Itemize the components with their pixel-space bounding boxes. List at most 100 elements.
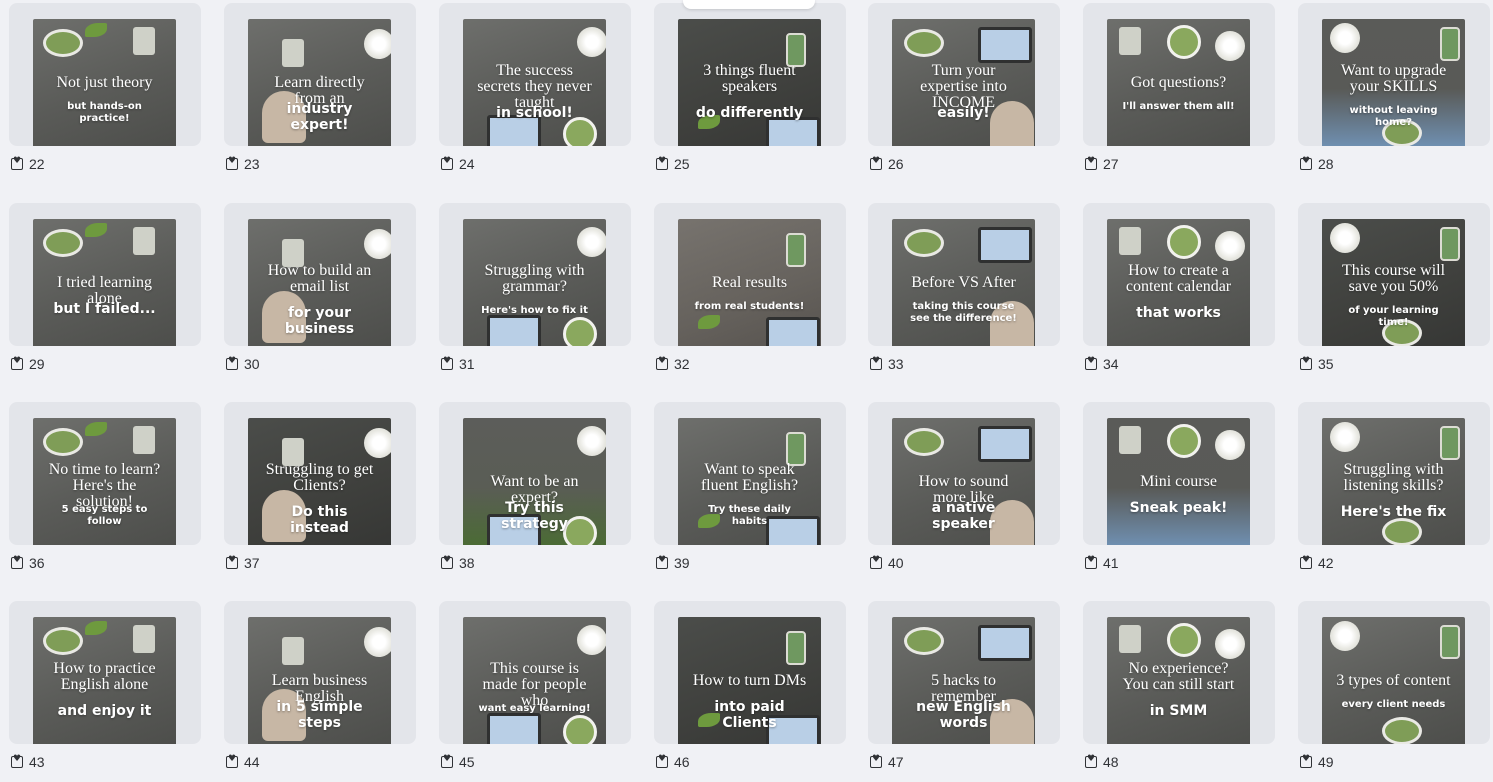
template-thumbnail[interactable]: How to turn DMs into paid Clients [678,617,821,744]
template-thumbnail-frame[interactable]: Want to be an expert? Try this strategy [439,402,631,545]
template-number-row: 42 [1300,555,1334,571]
template-thumbnail-frame[interactable]: Want to speak fluent English? Try these d… [654,402,846,545]
template-thumbnail[interactable]: How to sound more like a native speaker [892,418,1035,545]
template-thumbnail[interactable]: Want to speak fluent English? Try these d… [678,418,821,545]
template-card[interactable]: Learn directly from anindustry expert! 23 [224,3,416,183]
template-card[interactable]: This course is made for people who want e… [439,601,631,781]
template-headline: Real results [711,274,788,291]
decoration-cup [904,229,944,257]
template-thumbnail[interactable]: Got questions? I'll answer them all! [1107,19,1250,146]
template-card[interactable]: How to sound more likea native speaker 40 [868,402,1060,582]
template-thumbnail[interactable]: Struggling with listening skills? Here's … [1322,418,1465,545]
decoration-flower [1330,223,1360,253]
template-thumbnail-frame[interactable]: This course will save you 50% of your lea… [1298,203,1490,346]
template-thumbnail[interactable]: Struggling to get Clients? Do this instea… [248,418,391,545]
template-card[interactable]: I tried learning alonebut I failed... 29 [9,203,201,383]
template-thumbnail-frame[interactable]: Learn directly from an industry expert! [224,3,416,146]
template-thumbnail-frame[interactable]: How to sound more like a native speaker [868,402,1060,545]
template-card[interactable]: Before VS After taking this course see th… [868,203,1060,383]
template-thumbnail-frame[interactable]: No experience? You can still start in SMM [1083,601,1275,744]
template-card[interactable]: Got questions? I'll answer them all! 27 [1083,3,1275,183]
template-thumbnail-frame[interactable]: Want to upgrade your SKILLS without leavi… [1298,3,1490,146]
template-thumbnail-frame[interactable]: Got questions? I'll answer them all! [1083,3,1275,146]
template-thumbnail[interactable]: Want to upgrade your SKILLS without leavi… [1322,19,1465,146]
template-thumbnail[interactable]: This course is made for people who want e… [463,617,606,744]
template-thumbnail-frame[interactable]: 5 hacks to remember new English words [868,601,1060,744]
template-thumbnail-frame[interactable]: Real results from real students! [654,203,846,346]
template-card[interactable]: Want to upgrade your SKILLS without leavi… [1298,3,1490,183]
template-card[interactable]: How to turn DMs into paid Clients 46 [654,601,846,781]
template-thumbnail[interactable]: Turn your expertise into INCOME easily! [892,19,1035,146]
template-card[interactable]: Struggling with grammar? Here's how to fi… [439,203,631,383]
template-thumbnail[interactable]: Before VS After taking this course see th… [892,219,1035,346]
template-headline: Before VS After [911,274,1016,291]
template-thumbnail[interactable]: How to practice English alone and enjoy i… [33,617,176,744]
template-thumbnail-frame[interactable]: I tried learning alone but I failed... [9,203,201,346]
template-card[interactable]: 3 types of content every client needs 49 [1298,601,1490,781]
template-thumbnail[interactable]: Real results from real students! [678,219,821,346]
template-card[interactable]: Real results from real students! 32 [654,203,846,383]
template-card[interactable]: Struggling with listening skills? Here's … [1298,402,1490,582]
template-thumbnail-frame[interactable]: Mini course Sneak peak! [1083,402,1275,545]
template-thumbnail[interactable]: Learn directly from an industry expert! [248,19,391,146]
template-card[interactable]: Mini course Sneak peak! 41 [1083,402,1275,582]
template-card[interactable]: Turn your expertise into INCOMEeasily! 26 [868,3,1060,183]
template-thumbnail[interactable]: I tried learning alone but I failed... [33,219,176,346]
decoration-cup [904,29,944,57]
template-card[interactable]: How to practice English alone and enjoy i… [9,601,201,781]
template-thumbnail[interactable]: Want to be an expert? Try this strategy [463,418,606,545]
template-thumbnail-frame[interactable]: Learn business English in 5 simple steps [224,601,416,744]
template-thumbnail-frame[interactable]: This course is made for people who want e… [439,601,631,744]
template-headline: The success secrets they never taught [477,62,592,111]
template-thumbnail-frame[interactable]: Turn your expertise into INCOME easily! [868,3,1060,146]
decoration-laptop [766,317,820,346]
heart-icon [441,754,453,768]
template-card[interactable]: 5 hacks to remembernew English words 47 [868,601,1060,781]
template-thumbnail-frame[interactable]: Struggling with grammar? Here's how to fi… [439,203,631,346]
template-thumbnail-frame[interactable]: The success secrets they never taught in … [439,3,631,146]
heart-icon [226,555,238,569]
template-thumbnail-frame[interactable]: No time to learn? Here's the solution! 5 … [9,402,201,545]
template-thumbnail-frame[interactable]: 3 things fluent speakers do differently [654,3,846,146]
template-thumbnail[interactable]: The success secrets they never taught in … [463,19,606,146]
template-thumbnail[interactable]: 3 things fluent speakers do differently [678,19,821,146]
template-thumbnail[interactable]: No experience? You can still start in SMM [1107,617,1250,744]
template-card[interactable]: No time to learn? Here's the solution! 5 … [9,402,201,582]
template-thumbnail-frame[interactable]: 3 types of content every client needs [1298,601,1490,744]
template-thumbnail[interactable]: Mini course Sneak peak! [1107,418,1250,545]
template-thumbnail-frame[interactable]: How to turn DMs into paid Clients [654,601,846,744]
template-card[interactable]: How to create a content calendar that wor… [1083,203,1275,383]
template-card[interactable]: 3 things fluent speakers do differently 25 [654,3,846,183]
template-thumbnail[interactable]: How to build an email list for your busin… [248,219,391,346]
template-thumbnail-frame[interactable]: Before VS After taking this course see th… [868,203,1060,346]
template-thumbnail-frame[interactable]: How to create a content calendar that wor… [1083,203,1275,346]
decoration-cup [43,229,83,257]
template-thumbnail[interactable]: 5 hacks to remember new English words [892,617,1035,744]
template-card[interactable]: No experience? You can still start in SMM… [1083,601,1275,781]
template-card[interactable]: How to build an email list for your busin… [224,203,416,383]
template-number: 40 [888,555,904,571]
template-thumbnail-frame[interactable]: How to build an email list for your busin… [224,203,416,346]
decoration-card-r [1119,27,1141,55]
template-thumbnail[interactable]: Struggling with grammar? Here's how to fi… [463,219,606,346]
template-thumbnail-frame[interactable]: How to practice English alone and enjoy i… [9,601,201,744]
template-card[interactable]: Want to speak fluent English? Try these d… [654,402,846,582]
template-card[interactable]: Struggling to get Clients? Do this instea… [224,402,416,582]
template-thumbnail-frame[interactable]: Struggling to get Clients? Do this instea… [224,402,416,545]
template-card[interactable]: Not just theory but hands-on practice! 22 [9,3,201,183]
template-thumbnail[interactable]: Learn business English in 5 simple steps [248,617,391,744]
template-thumbnail-frame[interactable]: Struggling with listening skills? Here's … [1298,402,1490,545]
template-card[interactable]: Learn business Englishin 5 simple steps 4… [224,601,416,781]
template-card[interactable]: The success secrets they never taught in … [439,3,631,183]
template-thumbnail[interactable]: Not just theory but hands-on practice! [33,19,176,146]
template-card[interactable]: Want to be an expert?Try this strategy 38 [439,402,631,582]
template-thumbnail[interactable]: This course will save you 50% of your lea… [1322,219,1465,346]
template-thumbnail[interactable]: How to create a content calendar that wor… [1107,219,1250,346]
template-thumbnail[interactable]: 3 types of content every client needs [1322,617,1465,744]
decoration-flower [577,625,606,655]
template-subline: that works [1136,305,1221,321]
template-thumbnail-frame[interactable]: Not just theory but hands-on practice! [9,3,201,146]
template-thumbnail[interactable]: No time to learn? Here's the solution! 5 … [33,418,176,545]
template-card[interactable]: This course will save you 50% of your lea… [1298,203,1490,383]
decoration-laptop [978,625,1032,661]
